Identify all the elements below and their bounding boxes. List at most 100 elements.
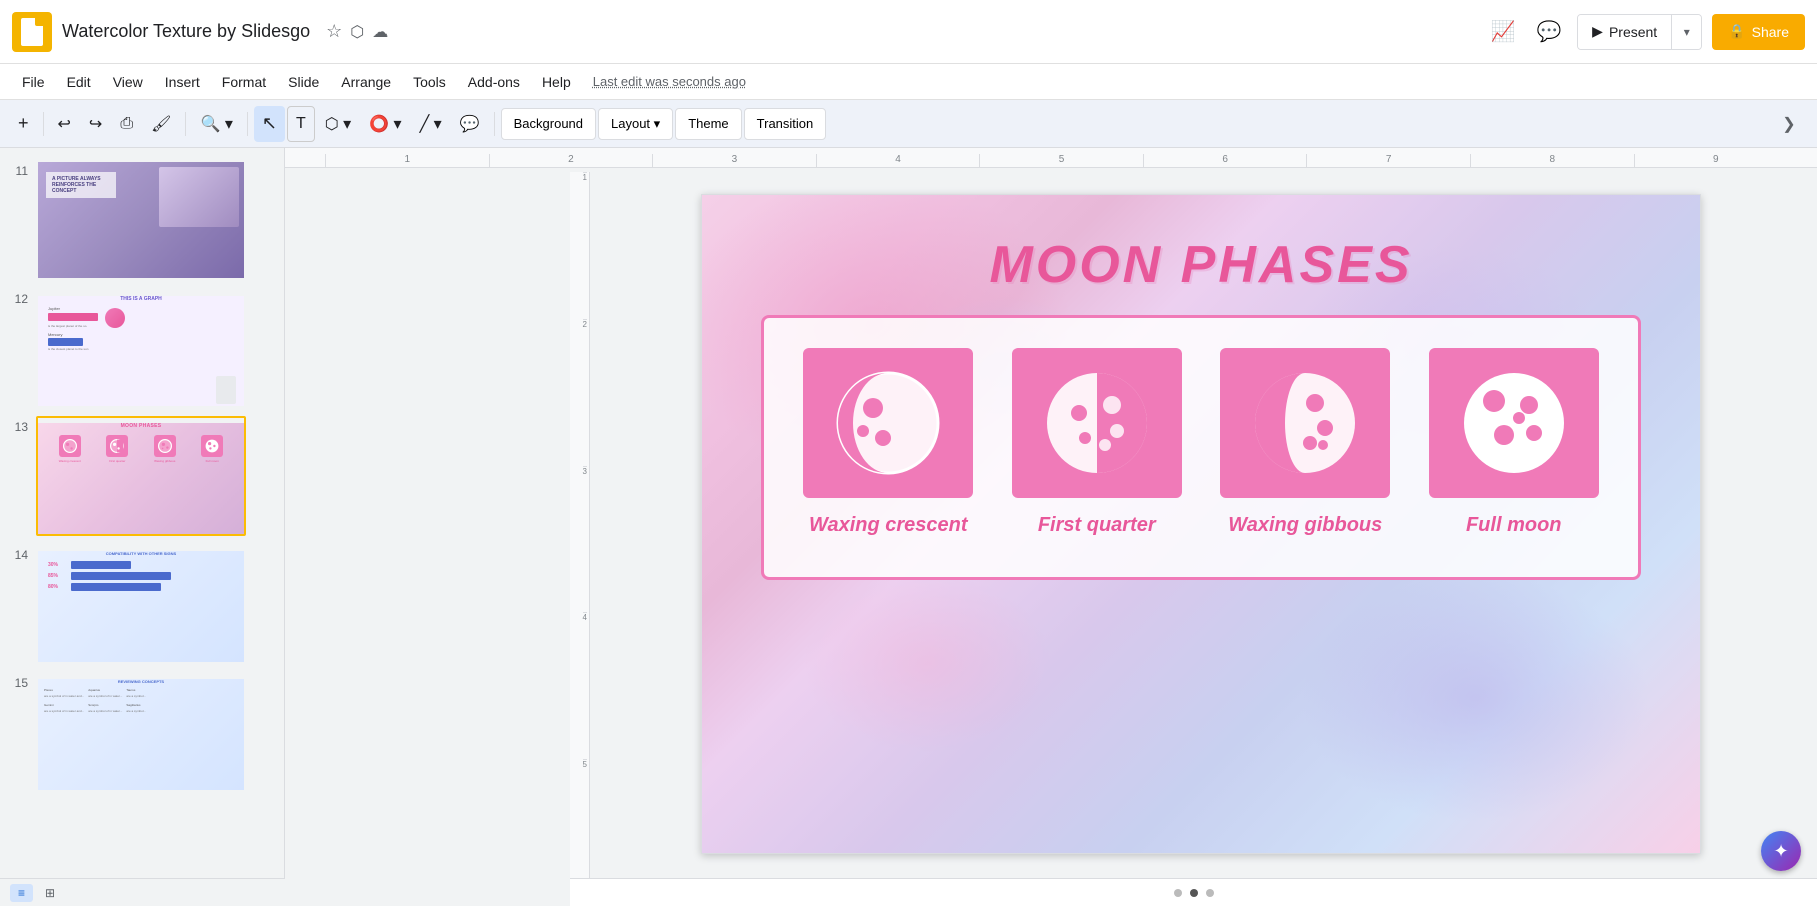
slide-15-cell-2-1: Aquarius xyxy=(88,688,122,692)
menu-tools[interactable]: Tools xyxy=(403,70,456,94)
slide-12-icon xyxy=(216,376,236,404)
transition-button[interactable]: Transition xyxy=(744,108,827,140)
slide-item-15[interactable]: 15 REVIEWING CONCEPTS Pisces are a symbo… xyxy=(0,668,284,796)
menu-format[interactable]: Format xyxy=(212,70,276,94)
slide-dot-2[interactable] xyxy=(1190,889,1198,897)
list-view-button[interactable]: ≡ xyxy=(10,884,33,902)
collapse-right-button[interactable]: ❯ xyxy=(1771,106,1807,142)
moon-label-4: Full moon xyxy=(1466,514,1562,537)
slide-13-moon-icon-3 xyxy=(154,435,176,457)
slide-canvas[interactable]: MOON PHASES xyxy=(585,172,1817,876)
slide-12-content: THIS IS A GRAPH Jupiter is the largest p… xyxy=(38,296,244,408)
top-bar: Watercolor Texture by Slidesgo ☆ ⬡ ☁ 📈 💬… xyxy=(0,0,1817,64)
toolbar-separator-4 xyxy=(494,112,495,136)
moon-label-2: First quarter xyxy=(1038,514,1156,537)
slide-15-content: REVIEWING CONCEPTS Pisces are a symbol o… xyxy=(38,679,244,792)
paint-format-button[interactable]: 🖌 xyxy=(143,106,179,142)
first-quarter-icon xyxy=(1037,363,1157,483)
magic-compose-button[interactable]: ✦ xyxy=(1761,831,1801,871)
slide-13-moon-icon-4 xyxy=(201,435,223,457)
slide-content: MOON PHASES xyxy=(702,195,1700,853)
slide-13-content: MOON PHASES Waxing crescent xyxy=(38,423,244,536)
slide-13-moon-3: Waxing gibbous xyxy=(154,435,176,463)
slide-item-13[interactable]: 13 MOON PHASES Waxing crescent xyxy=(0,412,284,540)
layout-button[interactable]: Layout ▾ xyxy=(598,108,673,140)
background-button[interactable]: Background xyxy=(501,108,596,140)
slide-15-col-3: Taurus are a symbol... Sagittarius are a… xyxy=(126,688,146,713)
slide-13-title: MOON PHASES xyxy=(38,423,244,429)
slide-item-14[interactable]: 14 COMPATIBILITY WITH OTHER SIGNS 30% 85… xyxy=(0,540,284,668)
cloud-icon[interactable]: ☁ xyxy=(372,22,388,42)
slide-15-table: Pisces are a symbol of in water and... G… xyxy=(38,684,244,717)
shapes-button[interactable]: ⭕ ▾ xyxy=(361,106,409,142)
slide-12-mercury: Mercury is the closest planet to the sun xyxy=(38,332,244,351)
redo-button[interactable]: ↪ xyxy=(81,106,110,142)
slide-thumbnail-15[interactable]: REVIEWING CONCEPTS Pisces are a symbol o… xyxy=(36,672,246,792)
comments-button[interactable]: 💬 xyxy=(1531,14,1567,50)
select-tool-button[interactable]: ↖ xyxy=(254,106,285,142)
slide-12-bar-mercury xyxy=(48,338,83,346)
slide-14-bar-3 xyxy=(71,583,161,591)
menu-view[interactable]: View xyxy=(103,70,153,94)
grid-view-button[interactable]: ⊞ xyxy=(37,884,63,902)
slide-dot-1[interactable] xyxy=(1174,889,1182,897)
slide-15-cell-1-2: are a symbol of in water and... xyxy=(44,694,84,698)
slide-14-pct-3: 80% xyxy=(48,584,68,590)
slide-15-cell-2-4: are a symbol of in water... xyxy=(88,709,122,713)
slide-number-14: 14 xyxy=(8,548,28,562)
theme-button[interactable]: Theme xyxy=(675,108,741,140)
canvas-area: 1 2 3 4 5 6 7 8 9 1 2 3 4 5 xyxy=(285,148,1817,906)
moon-box-1 xyxy=(803,348,973,498)
slide-12-bar-jupiter xyxy=(48,313,98,321)
share-button[interactable]: 🔒 Share xyxy=(1712,14,1805,50)
view-buttons: ≡ ⊞ xyxy=(0,878,285,906)
slide-number-11: 11 xyxy=(8,164,28,178)
zoom-button[interactable]: 🔍 ▾ xyxy=(192,106,240,142)
menu-edit[interactable]: Edit xyxy=(57,70,101,94)
main-layout: 11 A PICTURE ALWAYS REINFORCES THE CONCE… xyxy=(0,148,1817,906)
slide-13-moons: Waxing crescent First quarter xyxy=(38,435,244,463)
comment-button[interactable]: 💬 xyxy=(452,106,488,142)
slide-thumbnail-11[interactable]: A PICTURE ALWAYS REINFORCES THE CONCEPT xyxy=(36,160,246,280)
text-box-button[interactable]: T xyxy=(287,106,315,142)
ruler-mark-2: 2 xyxy=(489,154,653,167)
undo-button[interactable]: ↩ xyxy=(50,106,79,142)
line-button[interactable]: ╱ ▾ xyxy=(412,106,450,142)
trending-button[interactable]: 📈 xyxy=(1485,14,1521,50)
menu-arrange[interactable]: Arrange xyxy=(331,70,401,94)
app-logo xyxy=(12,12,52,52)
folder-icon[interactable]: ⬡ xyxy=(350,22,364,42)
toolbar-separator-2 xyxy=(185,112,186,136)
slide-number-13: 13 xyxy=(8,420,28,434)
slide-dot-3[interactable] xyxy=(1206,889,1214,897)
slide-14-content: COMPATIBILITY WITH OTHER SIGNS 30% 85% 8… xyxy=(38,551,244,664)
present-button-group: ▶ Present ▾ xyxy=(1577,14,1702,50)
present-dropdown-button[interactable]: ▾ xyxy=(1671,15,1701,49)
slide-item-12[interactable]: 12 THIS IS A GRAPH Jupiter is the larges… xyxy=(0,284,284,412)
slide-thumbnail-14[interactable]: COMPATIBILITY WITH OTHER SIGNS 30% 85% 8… xyxy=(36,544,246,664)
menu-addons[interactable]: Add-ons xyxy=(458,70,530,94)
menu-file[interactable]: File xyxy=(12,70,55,94)
present-main-button[interactable]: ▶ Present xyxy=(1578,15,1671,49)
ruler-mark-3: 3 xyxy=(652,154,816,167)
menu-insert[interactable]: Insert xyxy=(155,70,210,94)
ruler-mark-5: 5 xyxy=(979,154,1143,167)
slide-item-11[interactable]: 11 A PICTURE ALWAYS REINFORCES THE CONCE… xyxy=(0,156,284,284)
present-label: Present xyxy=(1609,24,1657,40)
ruler-mark-9: 9 xyxy=(1634,154,1798,167)
image-button[interactable]: ⬡ ▾ xyxy=(317,106,359,142)
slide-thumbnail-13[interactable]: MOON PHASES Waxing crescent xyxy=(36,416,246,536)
slide-thumbnail-12[interactable]: THIS IS A GRAPH Jupiter is the largest p… xyxy=(36,288,246,408)
waxing-crescent-icon xyxy=(828,363,948,483)
add-slide-button[interactable]: + xyxy=(10,106,37,142)
print-button[interactable]: ⎙ xyxy=(112,106,141,142)
menu-help[interactable]: Help xyxy=(532,70,581,94)
slide-11-content: A PICTURE ALWAYS REINFORCES THE CONCEPT xyxy=(38,162,244,278)
slide-13-label-2: First quarter xyxy=(109,459,125,463)
slide-frame: MOON PHASES xyxy=(701,194,1701,854)
star-icon[interactable]: ☆ xyxy=(326,21,342,42)
ruler-mark-4: 4 xyxy=(816,154,980,167)
slide-14-bar-1 xyxy=(71,561,131,569)
menu-slide[interactable]: Slide xyxy=(278,70,329,94)
moon-label-3: Waxing gibbous xyxy=(1228,514,1382,537)
